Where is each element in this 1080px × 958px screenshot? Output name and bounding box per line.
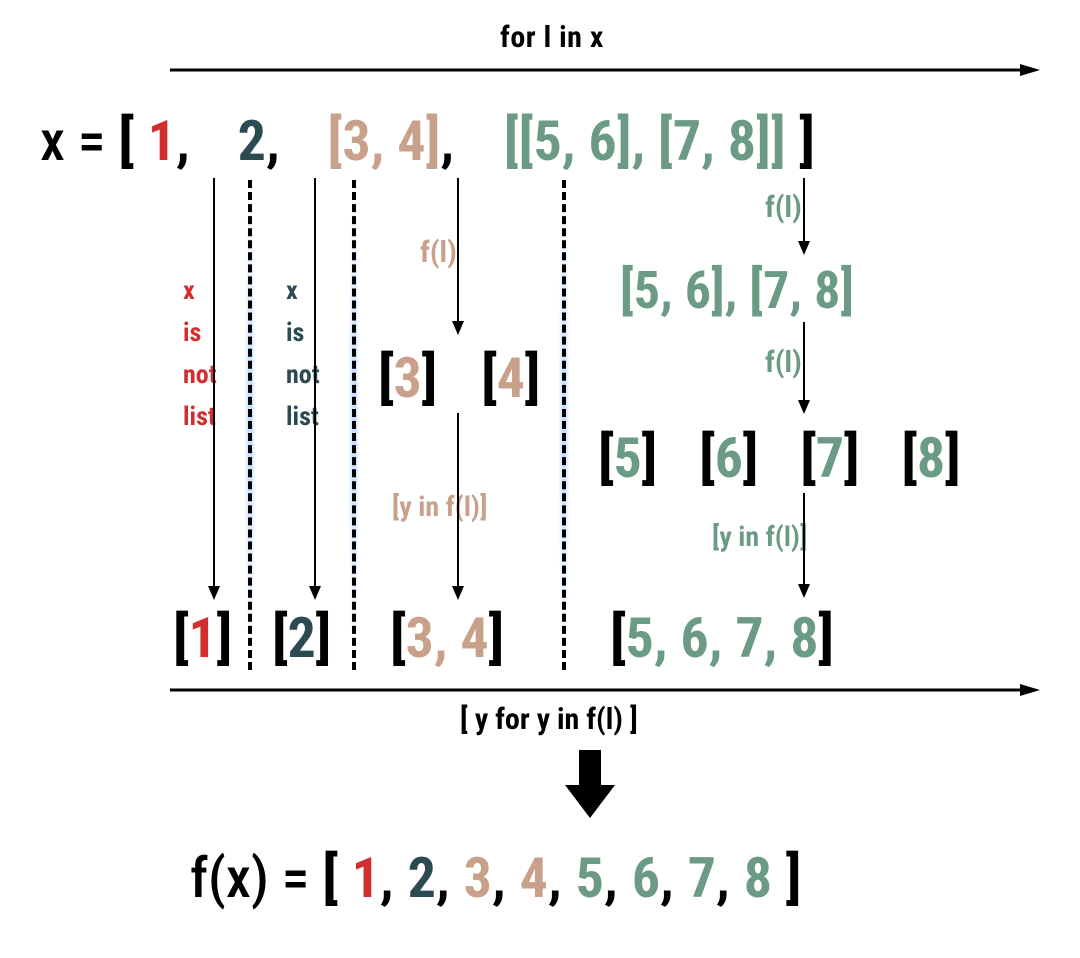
bracket: ] [316, 605, 332, 671]
comma: , [380, 845, 408, 911]
bracket: ] [819, 605, 835, 671]
arrow-5678-down1 [796, 178, 812, 258]
step-56-78: [5, 6], [7, 8] [620, 260, 854, 321]
out-7: 7 [688, 845, 716, 911]
bracket: ] [525, 345, 541, 411]
top-arrow [170, 60, 1040, 80]
bracket: [ [901, 425, 917, 491]
step-3-4: [3] [4] [378, 345, 540, 411]
bracket: [ [800, 425, 816, 491]
bracket: ] [489, 605, 505, 671]
bracket: [ [610, 605, 626, 671]
comma: , [440, 108, 468, 174]
y-in-fl-tan-label: [y in f(l)] [392, 490, 487, 523]
out-8: 8 [744, 845, 772, 911]
val-3: 3 [394, 345, 422, 411]
val-5678: 5, 6, 7, 8 [626, 605, 819, 671]
bracket: [ [272, 605, 288, 671]
bracket: ] [945, 425, 961, 491]
y-in-fl-green-label: [y in f(l)] [712, 520, 807, 553]
comma: , [176, 108, 204, 174]
val-4: 4 [497, 345, 525, 411]
val-5: 5 [614, 425, 642, 491]
arrow-34-down [450, 178, 466, 338]
input-1: 1 [148, 108, 176, 174]
result-5678: [5, 6, 7, 8] [610, 605, 834, 671]
out-1: 1 [352, 845, 380, 911]
comma: , [604, 845, 632, 911]
bracket: [ [598, 425, 614, 491]
separator-3 [558, 180, 570, 670]
out-2: 2 [408, 845, 436, 911]
bracket: ] [217, 605, 233, 671]
result-2: [2] [272, 605, 331, 671]
bracket: ] [642, 425, 658, 491]
val-2: 2 [288, 605, 316, 671]
val-34: 3, 4 [406, 605, 489, 671]
bracket: ] [844, 425, 860, 491]
open-bracket: [ [118, 108, 147, 174]
y-for-y-label: [ y for y in f(l) ] [460, 702, 638, 737]
input-row: x = [ 1, 2, [3, 4], [[5, 6], [7, 8]] ] [40, 108, 815, 174]
out-6: 6 [632, 845, 660, 911]
input-34: [3, 4] [328, 108, 441, 174]
bracket: [ [173, 605, 189, 671]
bottom-arrow [170, 680, 1040, 700]
bracket: [ [390, 605, 406, 671]
bracket: [ [481, 345, 497, 411]
step-5-6-7-8: [5] [6] [7] [8] [598, 425, 961, 491]
bracket: [ [699, 425, 715, 491]
result-34: [3, 4] [390, 605, 504, 671]
separator-1 [244, 180, 256, 670]
val-1: 1 [189, 605, 217, 671]
close-bracket: ] [800, 108, 816, 174]
comma: , [436, 845, 464, 911]
arrow-2-down [307, 178, 323, 603]
comma: , [266, 108, 294, 174]
open-bracket: [ [322, 845, 351, 911]
arrow-5678-merge [796, 493, 812, 601]
out-4: 4 [520, 845, 548, 911]
big-down-arrow-icon [565, 750, 615, 820]
x-equals-label: x = [40, 108, 118, 174]
input-5678: [[5, 6], [7, 8]] [504, 108, 786, 174]
for-loop-label: for l in x [500, 20, 604, 55]
close-bracket: ] [786, 845, 802, 911]
comma: , [492, 845, 520, 911]
fx-equals-label: f(x) = [190, 845, 322, 911]
result-1: [1] [173, 605, 232, 671]
val-7: 7 [816, 425, 844, 491]
bracket: ] [422, 345, 438, 411]
arrow-5678-down2 [796, 322, 812, 417]
comma: , [660, 845, 688, 911]
output-row: f(x) = [ 1, 2, 3, 4, 5, 6, 7, 8 ] [190, 845, 801, 911]
separator-2 [348, 180, 360, 670]
arrow-34-merge [450, 413, 466, 603]
out-3: 3 [464, 845, 492, 911]
bracket: ] [743, 425, 759, 491]
out-5: 5 [576, 845, 604, 911]
arrow-1-down [206, 178, 222, 603]
val-6: 6 [715, 425, 743, 491]
input-2: 2 [238, 108, 266, 174]
comma: , [548, 845, 576, 911]
val-8: 8 [917, 425, 945, 491]
comma: , [716, 845, 744, 911]
bracket: [ [378, 345, 394, 411]
